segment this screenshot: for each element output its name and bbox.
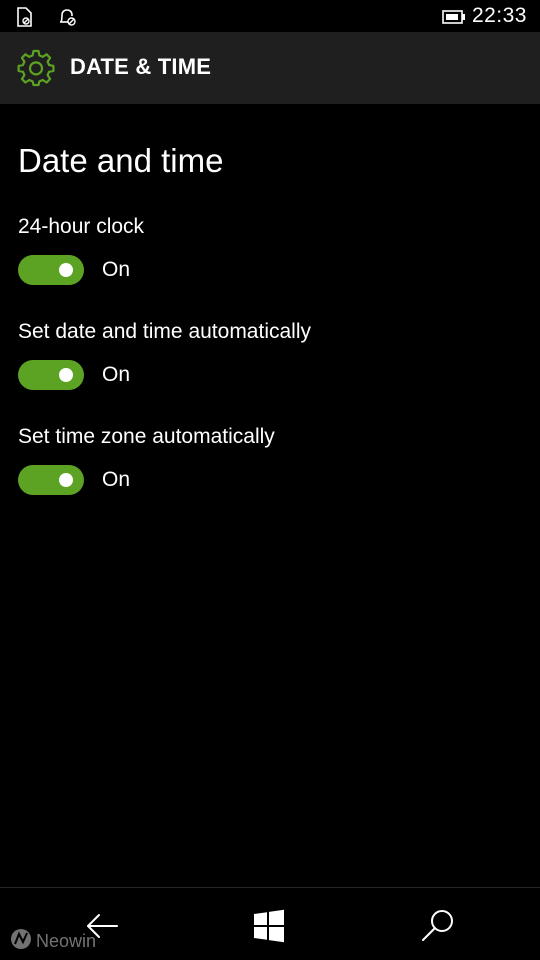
setting-label: Set date and time automatically [18, 320, 311, 343]
auto-date-time-toggle[interactable] [18, 360, 84, 390]
setting-label: Set time zone automatically [18, 425, 275, 448]
status-bar: 22:33 [0, 0, 540, 32]
24-hour-clock-toggle[interactable] [18, 255, 84, 285]
windows-start-icon[interactable] [250, 906, 290, 946]
setting-auto-date-time: Set date and time automatically On [18, 318, 518, 400]
toggle-state-label: On [102, 258, 131, 281]
notification-bell-icon [57, 7, 77, 32]
page-title: Date and time [18, 142, 224, 179]
settings-header: DATE & TIME [0, 32, 540, 104]
setting-auto-time-zone: Set time zone automatically On [18, 423, 518, 505]
setting-label: 24-hour clock [18, 215, 145, 238]
toggle-state-label: On [102, 363, 131, 386]
search-icon[interactable] [418, 906, 458, 946]
toggle-knob [59, 473, 73, 487]
toggle-row: On [18, 360, 518, 400]
toggle-knob [59, 263, 73, 277]
toggle-row: On [18, 465, 518, 505]
neowin-watermark: Neowin [10, 928, 96, 955]
clock-time: 22:33 [471, 4, 527, 27]
gear-icon [17, 49, 55, 87]
toggle-knob [59, 368, 73, 382]
watermark-text: Neowin [36, 931, 97, 951]
setting-24-hour-clock: 24-hour clock On [18, 213, 518, 295]
auto-time-zone-toggle[interactable] [18, 465, 84, 495]
page-header-title: DATE & TIME [70, 54, 212, 79]
battery-icon [442, 10, 466, 29]
toggle-state-label: On [102, 468, 131, 491]
toggle-row: On [18, 255, 518, 295]
neowin-logo-icon [10, 928, 32, 955]
sim-card-icon [15, 7, 33, 32]
